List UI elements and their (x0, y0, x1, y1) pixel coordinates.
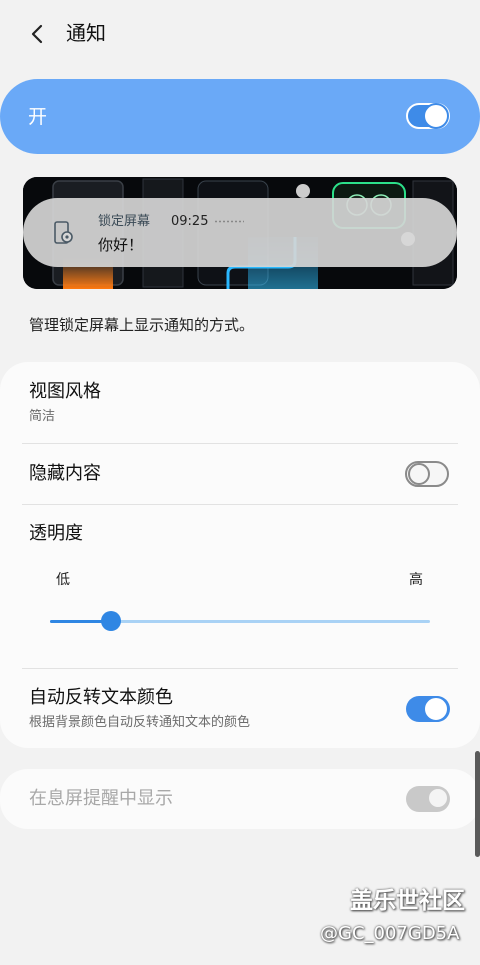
settings-card: 视图风格 简洁 隐藏内容 透明度 低 高 自动反转文本颜色 根据背景颜色自动反转… (0, 362, 480, 748)
hide-content-row[interactable]: 隐藏内容 (0, 444, 480, 504)
slider-thumb[interactable] (101, 611, 121, 631)
auto-invert-subtitle: 根据背景颜色自动反转通知文本的颜色 (29, 715, 251, 730)
toggle-knob (423, 696, 449, 722)
toggle-knob (423, 103, 449, 129)
lockscreen-preview: 锁定屏幕 09:25 你好！ (23, 177, 457, 289)
notification-time: 09:25 (171, 214, 209, 229)
view-style-row[interactable]: 视图风格 简洁 (0, 362, 480, 443)
master-toggle[interactable] (406, 103, 450, 129)
transparency-slider[interactable] (50, 611, 430, 631)
lockscreen-settings-icon (54, 221, 73, 244)
description-text: 管理锁定屏幕上显示通知的方式。 (29, 316, 255, 334)
aod-toggle (406, 786, 450, 812)
toggle-knob (427, 787, 449, 809)
notification-bubble: 锁定屏幕 09:25 你好！ (23, 198, 457, 267)
aod-title: 在息屏提醒中显示 (29, 788, 173, 809)
view-style-title: 视图风格 (29, 381, 101, 402)
scrollbar[interactable] (475, 751, 480, 857)
header-bar: 通知 (0, 0, 480, 68)
divider (22, 504, 458, 505)
notification-message: 你好！ (98, 236, 144, 254)
back-button[interactable] (22, 20, 52, 48)
auto-invert-toggle[interactable] (406, 696, 450, 722)
auto-invert-row[interactable]: 自动反转文本颜色 根据背景颜色自动反转通知文本的颜色 (0, 669, 480, 748)
transparency-title: 透明度 (29, 523, 83, 544)
hide-content-title: 隐藏内容 (29, 463, 101, 484)
view-style-value: 简洁 (29, 409, 56, 424)
master-switch-bar[interactable]: 开 (0, 79, 480, 154)
toggle-knob (408, 463, 430, 485)
aod-row: 在息屏提醒中显示 (0, 769, 480, 829)
hide-content-toggle[interactable] (405, 461, 449, 487)
transparency-low-label: 低 (56, 572, 70, 588)
page-title: 通知 (66, 21, 106, 45)
watermark-user-text: @GC_007GD5A (320, 923, 460, 944)
chevron-left-icon (31, 24, 43, 44)
master-switch-label: 开 (28, 106, 48, 128)
notification-app-name: 锁定屏幕 (98, 214, 151, 229)
notification-dots (214, 220, 244, 223)
auto-invert-title: 自动反转文本颜色 (29, 687, 173, 708)
transparency-high-label: 高 (409, 572, 423, 588)
aod-card: 在息屏提醒中显示 (0, 769, 480, 829)
watermark-logo-text: 盖乐世社区 (350, 888, 465, 914)
